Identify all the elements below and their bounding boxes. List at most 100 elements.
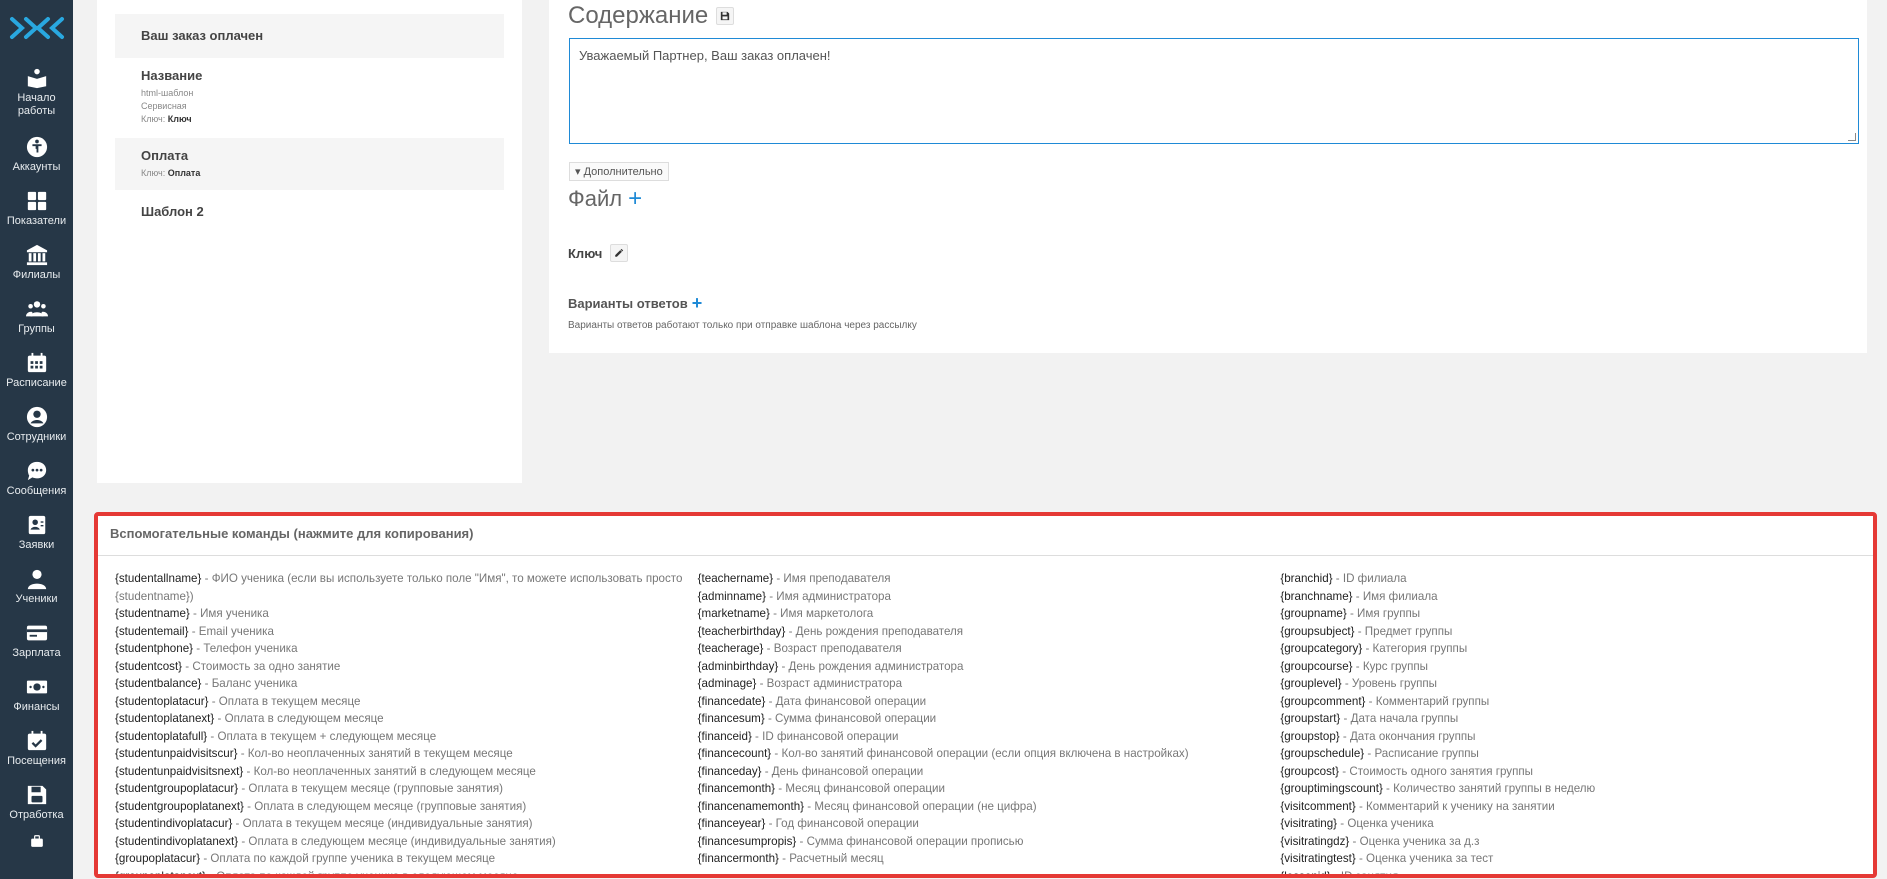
sidebar-item-students[interactable]: Ученики [0,560,73,614]
helper-command-code[interactable]: {groupcourse} [1280,660,1352,673]
helper-command-code[interactable]: {adminage} [698,677,757,690]
helper-command-row[interactable]: {visitratingdz} - Оценка ученика за д.з [1280,833,1863,851]
add-answer-option-button[interactable]: + [692,294,703,312]
helper-command-row[interactable]: {studentoplatafull} - Оплата в текущем +… [115,728,698,746]
helper-command-code[interactable]: {adminbirthday} [698,660,779,673]
sidebar-item-messages[interactable]: Сообщения [0,452,73,506]
add-file-button[interactable]: + [628,187,642,211]
helper-commands-title[interactable]: Вспомогательные команды (нажмите для коп… [98,516,1873,556]
helper-command-row[interactable]: {studentgroupoplatanext} - Оплата в след… [115,798,698,816]
sidebar-item-start[interactable]: Начало работы [0,56,73,128]
helper-command-row[interactable]: {studentbalance} - Баланс ученика [115,675,698,693]
helper-command-code[interactable]: {groupschedule} [1280,747,1364,760]
helper-command-row[interactable]: {financedate} - Дата финансовой операции [698,693,1281,711]
helper-command-code[interactable]: {lessonid} [1280,870,1330,875]
helper-command-row[interactable]: {studentphone} - Телефон ученика [115,640,698,658]
helper-command-code[interactable]: {visitrating} [1280,817,1337,830]
helper-command-code[interactable]: {groupname} [1280,607,1346,620]
sidebar-item-accounts[interactable]: Аккаунты [0,128,73,182]
helper-command-code[interactable]: {studentunpaidvisitsnext} [115,765,243,778]
helper-command-row[interactable]: {branchid} - ID филиала [1280,570,1863,588]
helper-command-row[interactable]: {groupoplatanext} - Оплата по каждой гру… [115,868,698,875]
content-textarea[interactable]: Уважаемый Партнер, Ваш заказ оплачен! [569,38,1859,144]
sidebar-item-more[interactable] [0,830,73,854]
helper-command-row[interactable]: {financermonth} - Расчетный месяц [698,850,1281,868]
helper-command-code[interactable]: {financeday} [698,765,762,778]
sidebar-item-groups[interactable]: Группы [0,290,73,344]
helper-command-code[interactable]: {grouptimingscount} [1280,782,1382,795]
helper-command-code[interactable]: {studentemail} [115,625,188,638]
helper-command-row[interactable]: {groupname} - Имя группы [1280,605,1863,623]
helper-command-row[interactable]: {branchname} - Имя филиала [1280,588,1863,606]
helper-command-code[interactable]: {groupcategory} [1280,642,1362,655]
helper-command-code[interactable]: {studentoplatafull} [115,730,207,743]
helper-command-code[interactable]: {visitcomment} [1280,800,1355,813]
helper-command-code[interactable]: {financermonth} [698,852,779,865]
helper-command-code[interactable]: {financeyear} [698,817,766,830]
helper-command-row[interactable]: {lessonid} - ID занятия [1280,868,1863,875]
helper-command-row[interactable]: {grouplevel} - Уровень группы [1280,675,1863,693]
helper-command-row[interactable]: {groupstart} - Дата начала группы [1280,710,1863,728]
helper-command-code[interactable]: {groupstop} [1280,730,1339,743]
helper-command-code[interactable]: {groupoplatacur} [115,852,200,865]
helper-command-row[interactable]: {financenamemonth} - Месяц финансовой оп… [698,798,1281,816]
helper-command-row[interactable]: {financeday} - День финансовой операции [698,763,1281,781]
helper-command-code[interactable]: {financemonth} [698,782,775,795]
helper-command-code[interactable]: {financesum} [698,712,765,725]
helper-command-code[interactable]: {financecount} [698,747,772,760]
helper-command-code[interactable]: {studentgroupoplatanext} [115,800,244,813]
helper-command-row[interactable]: {financemonth} - Месяц финансовой операц… [698,780,1281,798]
helper-command-code[interactable]: {studentoplatanext} [115,712,214,725]
app-logo[interactable] [0,0,73,56]
helper-command-code[interactable]: {adminname} [698,590,766,603]
sidebar-item-indicators[interactable]: Показатели [0,182,73,236]
helper-command-code[interactable]: {groupcost} [1280,765,1339,778]
helper-command-row[interactable]: {studentgroupoplatacur} - Оплата в текущ… [115,780,698,798]
helper-command-row[interactable]: {teachername} - Имя преподавателя [698,570,1281,588]
helper-command-code[interactable]: {marketname} [698,607,770,620]
helper-command-row[interactable]: {adminage} - Возраст администратора [698,675,1281,693]
helper-command-row[interactable]: {studentunpaidvisitscur} - Кол-во неопла… [115,745,698,763]
helper-command-row[interactable]: {teacherbirthday} - День рождения препод… [698,623,1281,641]
helper-command-code[interactable]: {teacherage} [698,642,764,655]
helper-command-row[interactable]: {studentunpaidvisitsnext} - Кол-во неопл… [115,763,698,781]
template-item[interactable]: Шаблон 2 [115,190,504,231]
sidebar-item-makeup[interactable]: Отработка [0,776,73,830]
helper-command-row[interactable]: {financecount} - Кол-во занятий финансов… [698,745,1281,763]
helper-command-code[interactable]: {financeid} [698,730,752,743]
edit-key-button[interactable] [610,244,629,262]
helper-command-row[interactable]: {studentindivoplatacur} - Оплата в текущ… [115,815,698,833]
helper-command-row[interactable]: {adminname} - Имя администратора [698,588,1281,606]
helper-command-row[interactable]: {financesumpropis} - Сумма финансовой оп… [698,833,1281,851]
helper-command-row[interactable]: {groupcost} - Стоимость одного занятия г… [1280,763,1863,781]
helper-command-code[interactable]: {financesumpropis} [698,835,797,848]
helper-command-row[interactable]: {studentoplatanext} - Оплата в следующем… [115,710,698,728]
helper-command-code[interactable]: {studentindivoplatanext} [115,835,238,848]
helper-command-code[interactable]: {groupsubject} [1280,625,1354,638]
helper-command-row[interactable]: {financesum} - Сумма финансовой операции [698,710,1281,728]
helper-command-code[interactable]: {studentcost} [115,660,182,673]
helper-command-row[interactable]: {grouptimingscount} - Количество занятий… [1280,780,1863,798]
template-item[interactable]: Название html-шаблон Сервисная Ключ: Клю… [115,58,504,138]
sidebar-item-salary[interactable]: Зарплата [0,614,73,668]
helper-command-row[interactable]: {visitrating} - Оценка ученика [1280,815,1863,833]
helper-command-code[interactable]: {teacherbirthday} [698,625,786,638]
sidebar-item-finance[interactable]: Финансы [0,668,73,722]
sidebar-item-requests[interactable]: Заявки [0,506,73,560]
helper-command-code[interactable]: {branchname} [1280,590,1352,603]
sidebar-item-visits[interactable]: Посещения [0,722,73,776]
helper-command-code[interactable]: {studentgroupoplatacur} [115,782,238,795]
helper-command-row[interactable]: {groupschedule} - Расписание группы [1280,745,1863,763]
helper-command-code[interactable]: {studentallname} [115,572,201,585]
helper-command-row[interactable]: {studentallname} - ФИО ученика (если вы … [115,570,698,605]
helper-command-code[interactable]: {studentname} [115,607,190,620]
helper-command-row[interactable]: {visitratingtest} - Оценка ученика за те… [1280,850,1863,868]
resize-handle[interactable] [1848,133,1856,141]
helper-command-row[interactable]: {groupcategory} - Категория группы [1280,640,1863,658]
helper-command-code[interactable]: {visitratingtest} [1280,852,1355,865]
helper-command-code[interactable]: {groupcomment} [1280,695,1365,708]
sidebar-item-employees[interactable]: Сотрудники [0,398,73,452]
helper-command-row[interactable]: {financeyear} - Год финансовой операции [698,815,1281,833]
helper-command-row[interactable]: {adminbirthday} - День рождения админист… [698,658,1281,676]
helper-command-row[interactable]: {groupsubject} - Предмет группы [1280,623,1863,641]
